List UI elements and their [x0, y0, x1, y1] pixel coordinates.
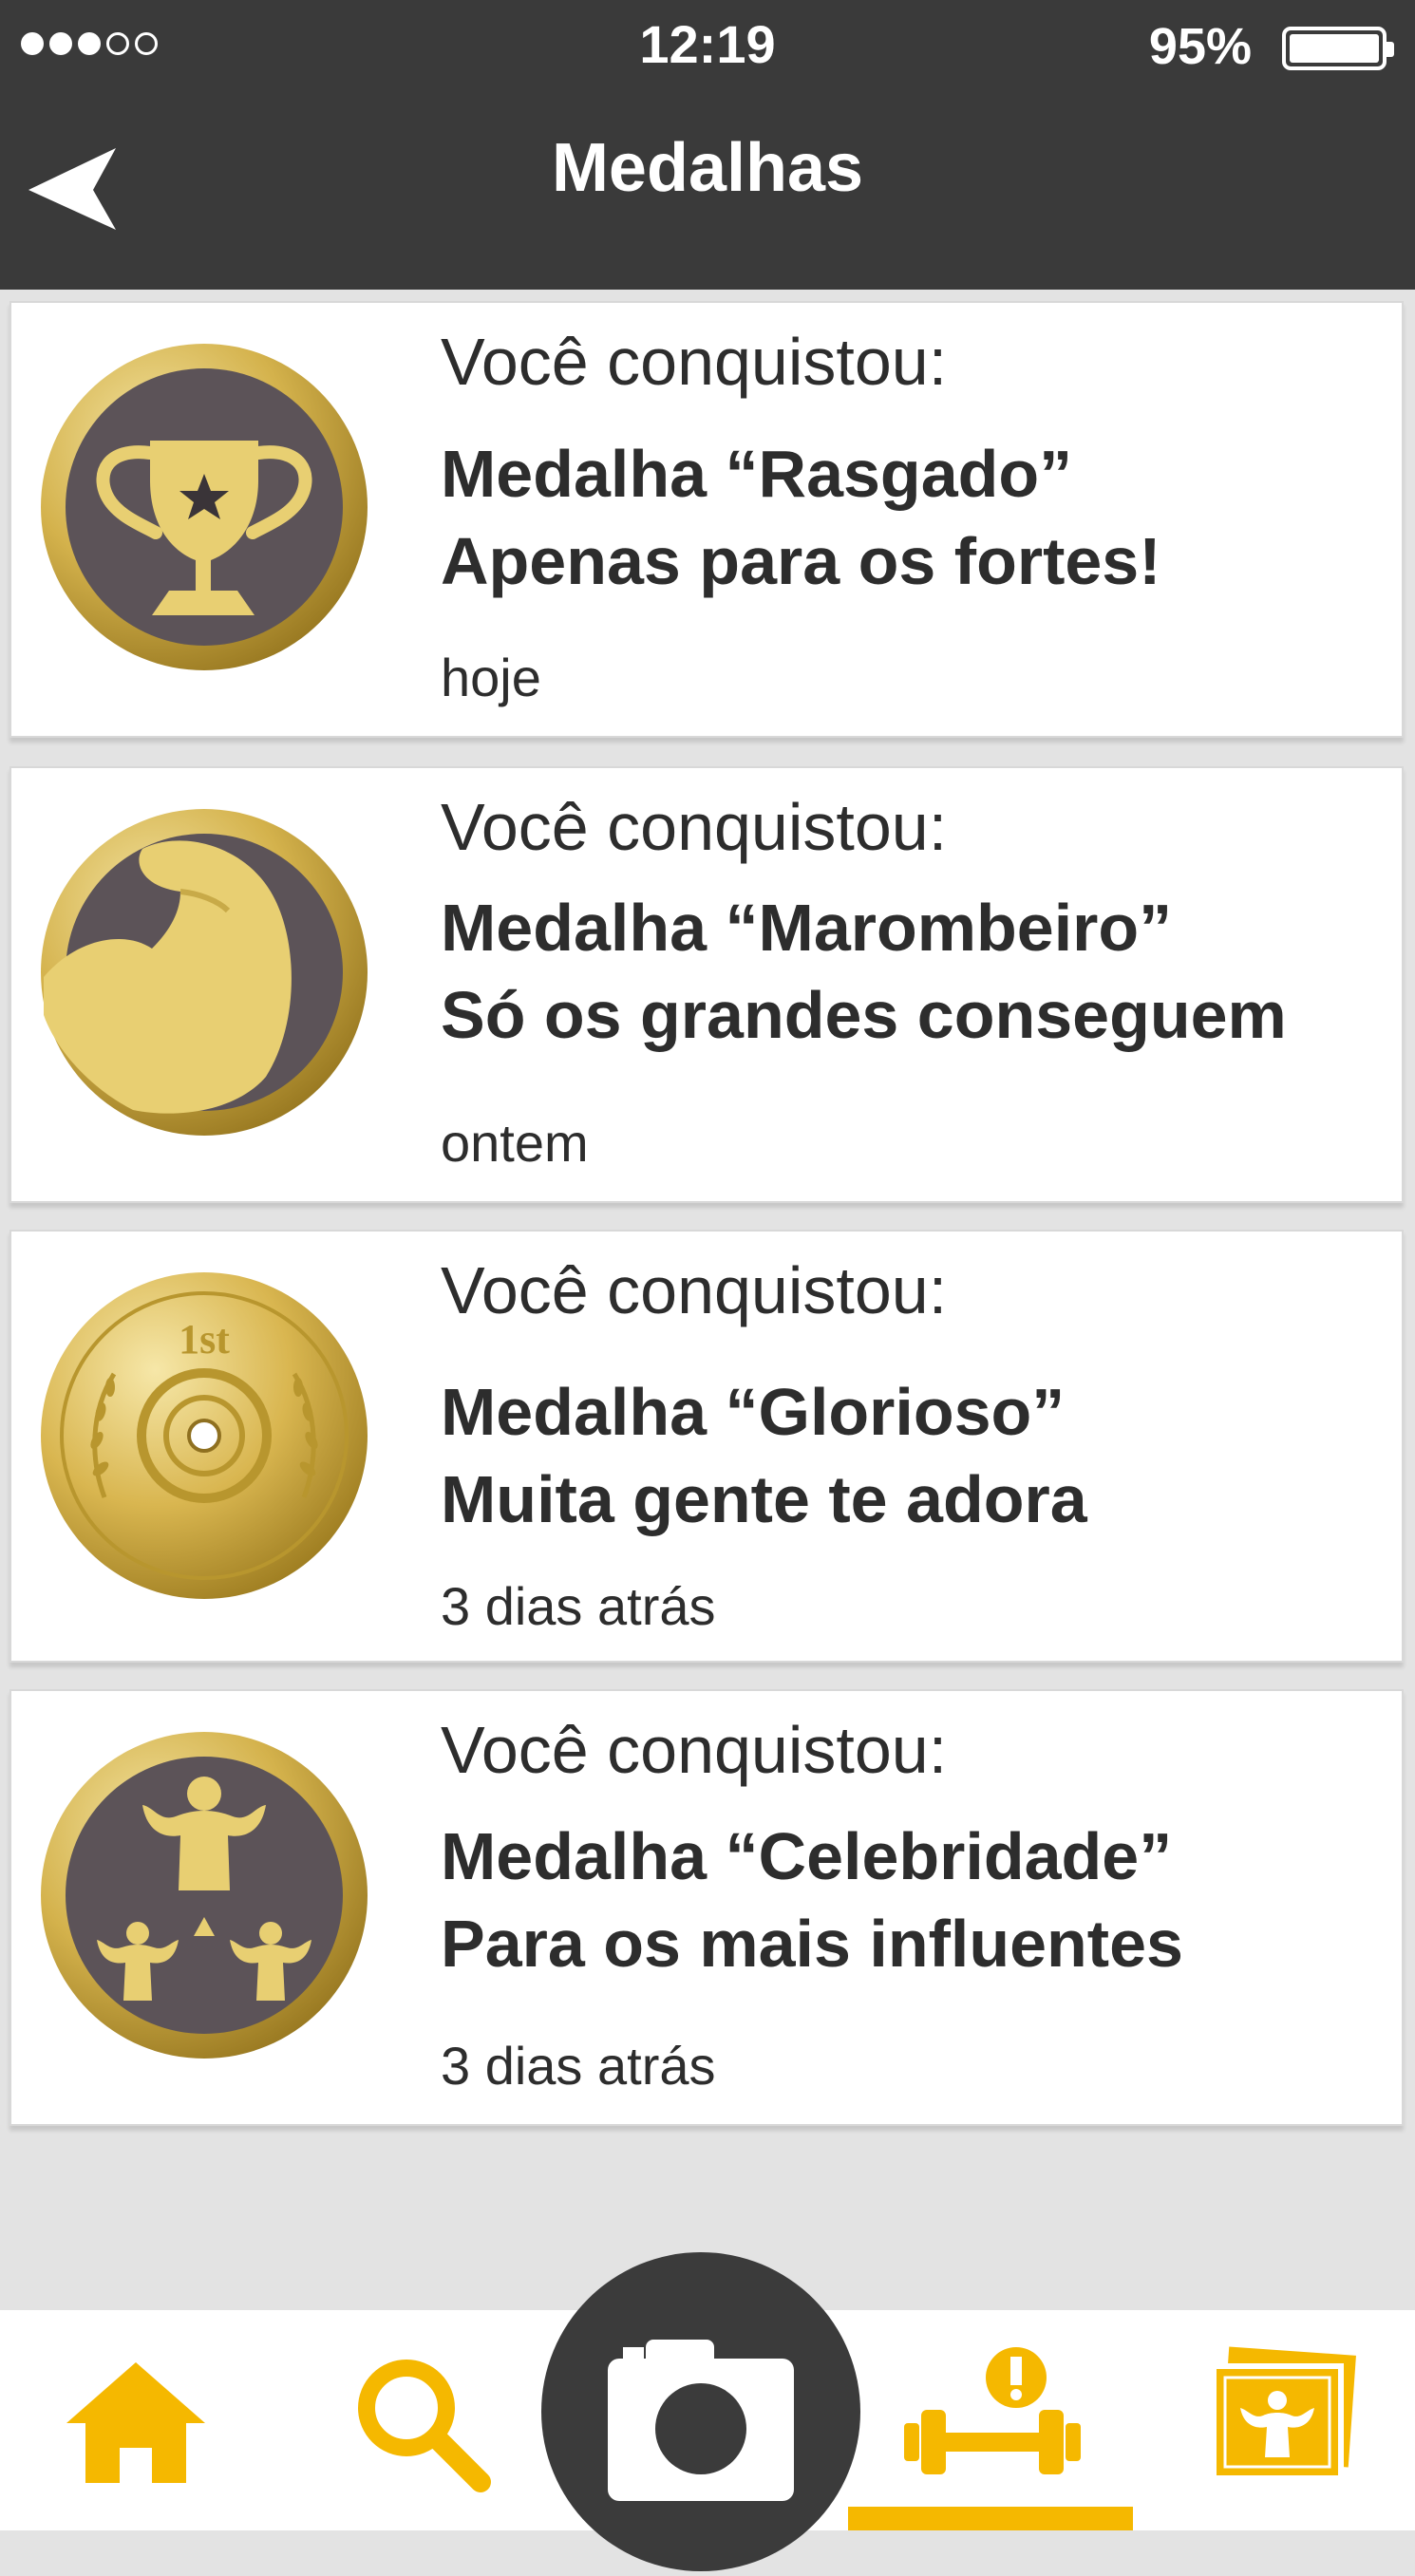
medal-label: Você conquistou: — [441, 325, 948, 399]
medal-time: ontem — [441, 1113, 589, 1173]
active-tab-indicator — [848, 2507, 1133, 2530]
medal-card-glorioso[interactable]: 1st Você conquistou: Medalha “Glorioso” … — [9, 1230, 1404, 1663]
page-title: Medalhas — [551, 130, 864, 206]
medal-name: Medalha “Marombeiro” — [441, 891, 1173, 965]
medal-card-celebridade[interactable]: Você conquistou: Medalha “Celebridade” P… — [9, 1689, 1404, 2126]
trophy-icon — [38, 341, 370, 673]
battery-icon — [1282, 27, 1394, 70]
medal-card-rasgado[interactable]: Você conquistou: Medalha “Rasgado” Apena… — [9, 301, 1404, 738]
medal-time: 3 dias atrás — [441, 2036, 716, 2096]
flexed-arm-icon — [38, 806, 370, 1138]
gallery-muscle-icon — [1211, 2346, 1356, 2481]
medal-label: Você conquistou: — [441, 790, 948, 864]
status-bar: 12:19 95% — [0, 0, 1415, 95]
camera-button[interactable] — [541, 2252, 860, 2571]
medal-time: 3 dias atrás — [441, 1576, 716, 1636]
tab-home[interactable] — [65, 2355, 207, 2488]
tab-search[interactable] — [351, 2353, 494, 2495]
medal-description: Apenas para os fortes! — [441, 524, 1161, 598]
bodybuilders-icon — [38, 1729, 370, 2061]
dumbbell-alert-icon — [904, 2347, 1081, 2474]
medal-label: Você conquistou: — [441, 1713, 948, 1787]
navigation-bar: Medalhas — [0, 95, 1415, 290]
medal-name: Medalha “Celebridade” — [441, 1819, 1173, 1893]
battery-percent: 95% — [1148, 18, 1252, 75]
camera-icon — [608, 2340, 794, 2501]
medal-description: Muita gente te adora — [441, 1462, 1087, 1536]
weight-plate-laurel-icon: 1st — [38, 1269, 370, 1602]
home-icon — [66, 2362, 205, 2483]
medal-label: Você conquistou: — [441, 1253, 948, 1327]
medal-description: Para os mais influentes — [441, 1907, 1183, 1981]
search-icon — [358, 2360, 491, 2492]
svg-text:1st: 1st — [179, 1316, 230, 1363]
medal-name: Medalha “Glorioso” — [441, 1375, 1066, 1449]
medal-card-marombeiro[interactable]: Você conquistou: Medalha “Marombeiro” Só… — [9, 766, 1404, 1203]
medal-name: Medalha “Rasgado” — [441, 437, 1073, 511]
tab-workouts[interactable] — [902, 2345, 1083, 2488]
medal-time: hoje — [441, 648, 541, 707]
tab-gallery[interactable] — [1208, 2345, 1360, 2488]
medal-description: Só os grandes conseguem — [441, 978, 1287, 1052]
